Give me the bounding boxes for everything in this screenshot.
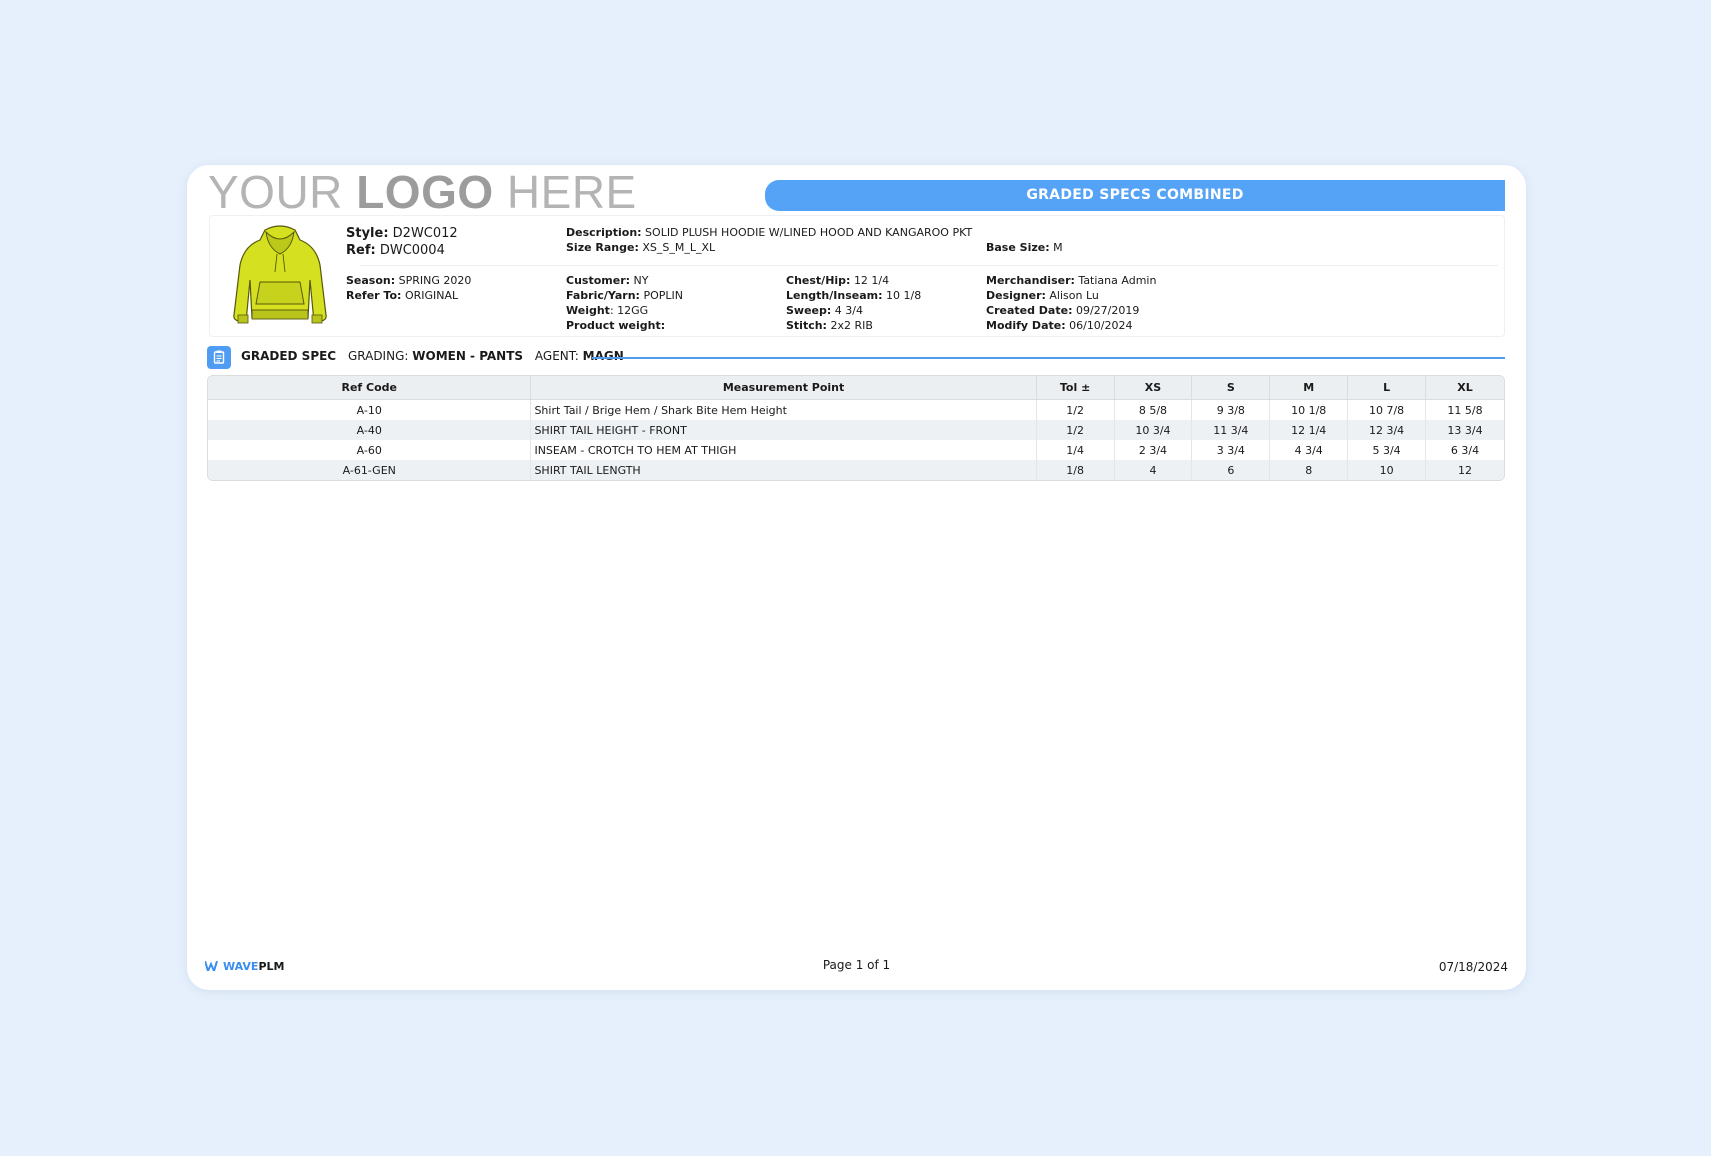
print-date: 07/18/2024 xyxy=(1438,960,1508,974)
size-l-cell: 10 xyxy=(1348,460,1427,480)
modify-date-field: Modify Date: 06/10/2024 xyxy=(986,319,1133,332)
logo-placeholder: YOUR LOGO HERE xyxy=(208,166,637,218)
chest-hip-field: Chest/Hip: 12 1/4 xyxy=(786,274,890,287)
graded-spec-table: Ref Code Measurement Point Tol ± XS S M … xyxy=(207,375,1505,481)
hoodie-sketch-icon xyxy=(233,225,327,324)
size-xl-cell: 6 3/4 xyxy=(1450,443,1480,457)
size-s-cell: 3 3/4 xyxy=(1192,440,1271,460)
page-number: Page 1 of 1 xyxy=(822,958,891,972)
graded-spec-section-header: GRADED SPEC GRADING: WOMEN - PANTS AGENT… xyxy=(207,345,1505,371)
size-l-cell: 12 3/4 xyxy=(1348,420,1427,440)
size-xs-cell: 10 3/4 xyxy=(1114,420,1193,440)
size-s-cell: 11 3/4 xyxy=(1192,420,1271,440)
weight-field: Weight: 12GG xyxy=(566,304,649,317)
clipboard-icon xyxy=(207,346,231,369)
column-header: S xyxy=(1192,376,1271,400)
size-s-cell: 9 3/8 xyxy=(1192,400,1271,420)
ref-code-cell: A-60 xyxy=(208,440,532,460)
tolerance-cell: 1/2 xyxy=(1037,400,1115,420)
size-xs-cell: 2 3/4 xyxy=(1115,440,1193,460)
measurement-point-cell: SHIRT TAIL LENGTH xyxy=(531,460,1037,480)
table-row: A-61-GEN SHIRT TAIL LENGTH 1/8 4 6 8 10 … xyxy=(208,460,1504,480)
size-l-cell: 10 7/8 xyxy=(1348,400,1427,420)
spec-sheet-page: YOUR LOGO HERE GRADED SPECS COMBINED Sty… xyxy=(187,165,1526,990)
column-header: Measurement Point xyxy=(531,376,1037,400)
created-date-field: Created Date: 09/27/2019 xyxy=(986,304,1140,317)
stitch-field: Stitch: 2x2 RIB xyxy=(786,319,873,332)
size-s-cell: 6 xyxy=(1192,460,1271,480)
product-weight-field: Product weight: xyxy=(566,319,666,332)
section-rule xyxy=(592,357,1505,359)
tolerance-cell: 1/4 xyxy=(1037,440,1115,460)
size-xl-cell: 12 xyxy=(1426,460,1504,480)
measurement-point-cell: SHIRT TAIL HEIGHT - FRONT xyxy=(531,420,1037,440)
size-range-field: Size Range: XS_S_M_L_XL xyxy=(566,241,716,254)
size-xl-cell: 11 5/8 xyxy=(1447,403,1483,417)
section-title: GRADED SPEC GRADING: WOMEN - PANTS AGENT… xyxy=(241,349,624,363)
length-inseam-field: Length/Inseam: 10 1/8 xyxy=(786,289,922,302)
sweep-field: Sweep: 4 3/4 xyxy=(786,304,863,317)
fabric-field: Fabric/Yarn: POPLIN xyxy=(566,289,683,302)
style-field: Style: D2WC012 xyxy=(346,226,458,241)
size-xs-cell: 4 xyxy=(1114,460,1193,480)
column-header: M xyxy=(1270,376,1349,400)
size-xl-cell: 13 3/4 xyxy=(1426,420,1504,440)
size-l-cell: 5 3/4 xyxy=(1348,440,1427,460)
measurement-point-cell: INSEAM - CROTCH TO HEM AT THIGH xyxy=(531,440,1037,460)
table-header-row: Ref Code Measurement Point Tol ± XS S M … xyxy=(208,376,1504,400)
sheet-title-banner: GRADED SPECS COMBINED xyxy=(765,180,1505,211)
table-row: A-10 Shirt Tail / Brige Hem / Shark Bite… xyxy=(208,400,1504,420)
column-header: Tol ± xyxy=(1036,376,1115,400)
column-header: Ref Code xyxy=(208,376,532,400)
measurement-point-cell: Shirt Tail / Brige Hem / Shark Bite Hem … xyxy=(531,400,1037,420)
table-row: A-40 SHIRT TAIL HEIGHT - FRONT 1/2 10 3/… xyxy=(208,420,1504,440)
column-header: XS xyxy=(1114,376,1193,400)
size-m-cell: 4 3/4 xyxy=(1270,440,1349,460)
ref-field: Ref: DWC0004 xyxy=(346,243,445,258)
season-field: Season: SPRING 2020 xyxy=(346,274,472,287)
customer-field: Customer: NY xyxy=(566,274,649,287)
info-divider xyxy=(360,265,1498,266)
base-size-field: Base Size: M xyxy=(986,241,1063,254)
size-m-cell: 10 1/8 xyxy=(1270,400,1349,420)
column-header: XL xyxy=(1426,376,1504,400)
tolerance-cell: 1/2 xyxy=(1036,420,1115,440)
size-xs-cell: 8 5/8 xyxy=(1115,400,1193,420)
table-row: A-60 INSEAM - CROTCH TO HEM AT THIGH 1/4… xyxy=(208,440,1504,460)
ref-code-cell: A-40 xyxy=(208,420,532,440)
size-m-cell: 8 xyxy=(1270,460,1349,480)
style-info-panel: Style: D2WC012 Ref: DWC0004 Description:… xyxy=(209,215,1505,337)
column-header: L xyxy=(1348,376,1427,400)
ref-code-cell: A-10 xyxy=(208,400,532,420)
refer-to-field: Refer To: ORIGINAL xyxy=(346,289,459,302)
description-field: Description: SOLID PLUSH HOODIE W/LINED … xyxy=(566,226,973,239)
designer-field: Designer: Alison Lu xyxy=(986,289,1099,302)
size-m-cell: 12 1/4 xyxy=(1270,420,1349,440)
tolerance-cell: 1/8 xyxy=(1036,460,1115,480)
ref-code-cell: A-61-GEN xyxy=(208,460,532,480)
merchandiser-field: Merchandiser: Tatiana Admin xyxy=(986,274,1157,287)
